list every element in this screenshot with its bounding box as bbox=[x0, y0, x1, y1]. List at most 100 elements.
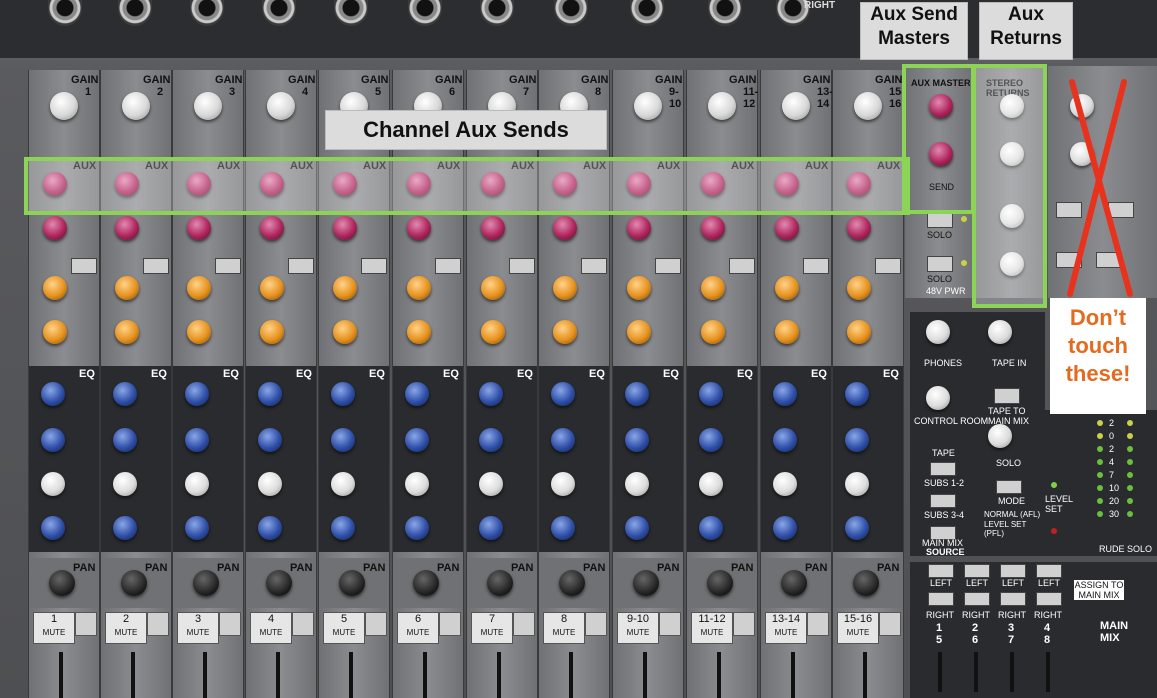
mute-button[interactable] bbox=[513, 612, 535, 636]
aux-3-knob[interactable] bbox=[260, 276, 284, 300]
eq-hi-knob[interactable] bbox=[113, 382, 137, 406]
solo-knob[interactable] bbox=[988, 424, 1012, 448]
eq-freq-knob[interactable] bbox=[551, 472, 575, 496]
pan-knob[interactable] bbox=[853, 570, 879, 596]
pre-button[interactable] bbox=[655, 258, 681, 274]
eq-freq-knob[interactable] bbox=[185, 472, 209, 496]
eq-freq-knob[interactable] bbox=[331, 472, 355, 496]
aux-2-solo-button[interactable] bbox=[927, 256, 953, 272]
eq-freq-knob[interactable] bbox=[845, 472, 869, 496]
control-room-knob[interactable] bbox=[926, 386, 950, 410]
aux-4-knob[interactable] bbox=[187, 320, 211, 344]
aux-4-knob[interactable] bbox=[627, 320, 651, 344]
aux-3-knob[interactable] bbox=[187, 276, 211, 300]
aux-3-knob[interactable] bbox=[701, 276, 725, 300]
channel-fader[interactable] bbox=[423, 652, 427, 698]
gain-knob[interactable] bbox=[122, 92, 150, 120]
aux-2-knob[interactable] bbox=[407, 216, 431, 240]
channel-fader[interactable] bbox=[569, 652, 573, 698]
pan-knob[interactable] bbox=[339, 570, 365, 596]
mute-button[interactable] bbox=[219, 612, 241, 636]
pan-knob[interactable] bbox=[781, 570, 807, 596]
gain-knob[interactable] bbox=[782, 92, 810, 120]
assign-right-button[interactable] bbox=[1000, 592, 1026, 606]
mute-button[interactable] bbox=[733, 612, 755, 636]
aux-4-knob[interactable] bbox=[333, 320, 357, 344]
assign-left-button[interactable] bbox=[1036, 564, 1062, 578]
eq-low-knob[interactable] bbox=[41, 516, 65, 540]
aux-2-knob[interactable] bbox=[115, 216, 139, 240]
mute-button[interactable] bbox=[147, 612, 169, 636]
aux-2-knob[interactable] bbox=[701, 216, 725, 240]
pan-knob[interactable] bbox=[49, 570, 75, 596]
gain-knob[interactable] bbox=[708, 92, 736, 120]
aux-4-knob[interactable] bbox=[553, 320, 577, 344]
pre-button[interactable] bbox=[215, 258, 241, 274]
mute-button[interactable] bbox=[75, 612, 97, 636]
eq-mid-knob[interactable] bbox=[185, 428, 209, 452]
gain-knob[interactable] bbox=[267, 92, 295, 120]
eq-hi-knob[interactable] bbox=[331, 382, 355, 406]
eq-hi-knob[interactable] bbox=[258, 382, 282, 406]
pan-knob[interactable] bbox=[633, 570, 659, 596]
source-subs12-button[interactable] bbox=[930, 494, 956, 508]
mute-button[interactable] bbox=[585, 612, 607, 636]
eq-hi-knob[interactable] bbox=[479, 382, 503, 406]
aux-3-knob[interactable] bbox=[627, 276, 651, 300]
eq-low-knob[interactable] bbox=[699, 516, 723, 540]
eq-hi-knob[interactable] bbox=[41, 382, 65, 406]
eq-mid-knob[interactable] bbox=[773, 428, 797, 452]
pre-button[interactable] bbox=[288, 258, 314, 274]
eq-freq-knob[interactable] bbox=[699, 472, 723, 496]
aux-2-knob[interactable] bbox=[260, 216, 284, 240]
aux-2-knob[interactable] bbox=[187, 216, 211, 240]
eq-freq-knob[interactable] bbox=[41, 472, 65, 496]
channel-fader[interactable] bbox=[203, 652, 207, 698]
aux-4-knob[interactable] bbox=[701, 320, 725, 344]
channel-fader[interactable] bbox=[131, 652, 135, 698]
pan-knob[interactable] bbox=[487, 570, 513, 596]
eq-low-knob[interactable] bbox=[845, 516, 869, 540]
aux-3-knob[interactable] bbox=[333, 276, 357, 300]
gain-knob[interactable] bbox=[50, 92, 78, 120]
eq-hi-knob[interactable] bbox=[625, 382, 649, 406]
gain-knob[interactable] bbox=[854, 92, 882, 120]
aux-4-knob[interactable] bbox=[43, 320, 67, 344]
pan-knob[interactable] bbox=[193, 570, 219, 596]
gain-knob[interactable] bbox=[634, 92, 662, 120]
assign-right-button[interactable] bbox=[964, 592, 990, 606]
subgroup-fader[interactable] bbox=[938, 652, 942, 692]
eq-mid-knob[interactable] bbox=[699, 428, 723, 452]
aux-2-knob[interactable] bbox=[43, 216, 67, 240]
mute-button[interactable] bbox=[659, 612, 681, 636]
channel-fader[interactable] bbox=[791, 652, 795, 698]
channel-fader[interactable] bbox=[643, 652, 647, 698]
aux-2-knob[interactable] bbox=[847, 216, 871, 240]
mode-button[interactable] bbox=[996, 480, 1022, 494]
channel-fader[interactable] bbox=[349, 652, 353, 698]
pan-knob[interactable] bbox=[266, 570, 292, 596]
gain-knob[interactable] bbox=[194, 92, 222, 120]
eq-freq-knob[interactable] bbox=[479, 472, 503, 496]
assign-left-button[interactable] bbox=[928, 564, 954, 578]
mute-button[interactable] bbox=[292, 612, 314, 636]
subgroup-fader[interactable] bbox=[1046, 652, 1050, 692]
aux-3-knob[interactable] bbox=[553, 276, 577, 300]
eq-hi-knob[interactable] bbox=[699, 382, 723, 406]
eq-freq-knob[interactable] bbox=[405, 472, 429, 496]
eq-mid-knob[interactable] bbox=[331, 428, 355, 452]
eq-hi-knob[interactable] bbox=[773, 382, 797, 406]
aux-4-knob[interactable] bbox=[775, 320, 799, 344]
aux-2-knob[interactable] bbox=[775, 216, 799, 240]
aux-4-knob[interactable] bbox=[847, 320, 871, 344]
phones-knob[interactable] bbox=[926, 320, 950, 344]
mute-button[interactable] bbox=[365, 612, 387, 636]
assign-right-button[interactable] bbox=[1036, 592, 1062, 606]
aux-2-knob[interactable] bbox=[627, 216, 651, 240]
pre-button[interactable] bbox=[143, 258, 169, 274]
mute-button[interactable] bbox=[879, 612, 901, 636]
pre-button[interactable] bbox=[361, 258, 387, 274]
aux-3-knob[interactable] bbox=[481, 276, 505, 300]
eq-mid-knob[interactable] bbox=[258, 428, 282, 452]
assign-left-button[interactable] bbox=[1000, 564, 1026, 578]
